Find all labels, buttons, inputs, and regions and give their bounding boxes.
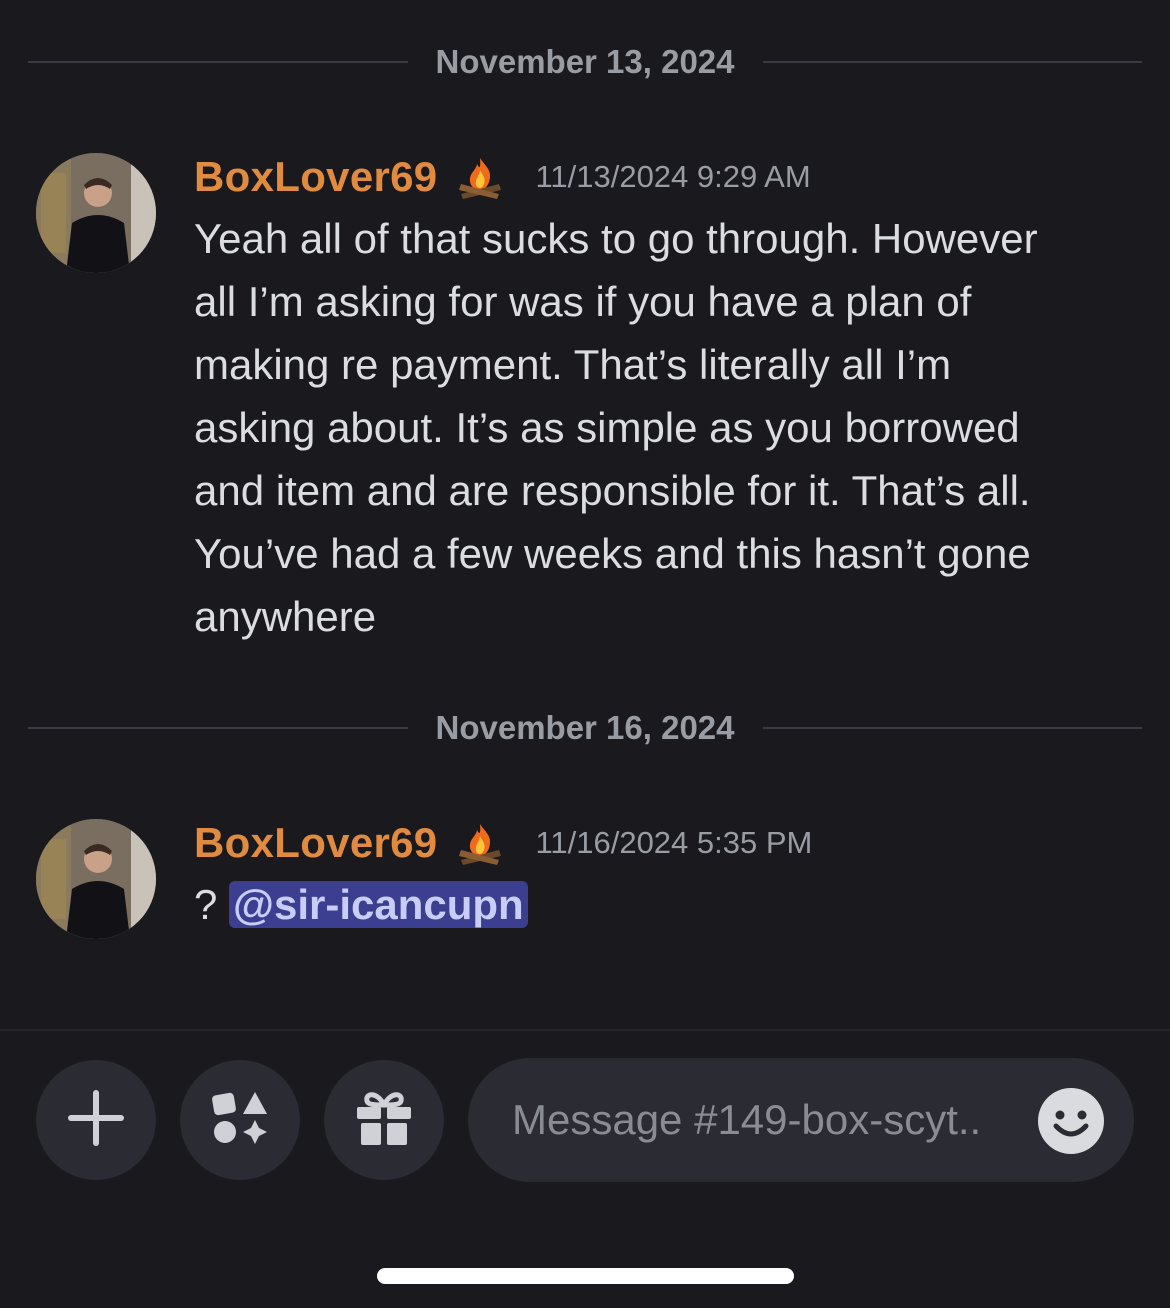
- message-line: asking about. It’s as simple as you borr…: [194, 404, 1020, 451]
- date-divider: November 16, 2024: [28, 708, 1143, 748]
- avatar[interactable]: [36, 819, 156, 939]
- composer-toolbar: Message #149-box-scyt..: [0, 1058, 1170, 1182]
- date-label: November 13, 2024: [435, 43, 735, 80]
- composer-separator: [0, 1029, 1170, 1031]
- divider-line: [28, 727, 408, 729]
- message-line: Yeah all of that sucks to go through. Ho…: [194, 215, 1038, 262]
- message-text: ? @sir-icancupn: [194, 873, 1140, 936]
- plus-icon: [65, 1087, 127, 1154]
- username[interactable]: BoxLover69: [194, 819, 437, 867]
- message-line: making re payment. That’s literally all …: [194, 341, 952, 388]
- message-body: BoxLover69 11/13/2024 9:29 AM Yeah all o…: [194, 153, 1140, 648]
- date-label: November 16, 2024: [435, 709, 735, 746]
- divider-line: [762, 727, 1143, 729]
- user-mention[interactable]: @sir-icancupn: [229, 881, 528, 928]
- campfire-icon: [455, 820, 505, 866]
- message-header: BoxLover69 11/16/2024 5:35 PM: [194, 819, 1140, 867]
- date-divider: November 13, 2024: [28, 42, 1143, 82]
- message-line: anywhere: [194, 593, 377, 640]
- timestamp: 11/16/2024 5:35 PM: [535, 825, 813, 860]
- emoji-icon[interactable]: [1038, 1088, 1104, 1154]
- message-body: BoxLover69 11/16/2024 5:35 PM ? @sir-ica…: [194, 819, 1140, 936]
- apps-button[interactable]: [180, 1060, 300, 1180]
- message-line: and item and are responsible for it. Tha…: [194, 467, 1031, 514]
- home-indicator[interactable]: [377, 1268, 794, 1284]
- message-line: all I’m asking for was if you have a pla…: [194, 278, 972, 325]
- avatar[interactable]: [36, 153, 156, 273]
- apps-icon: [209, 1088, 271, 1153]
- divider-line: [762, 61, 1143, 63]
- gift-button[interactable]: [324, 1060, 444, 1180]
- message: BoxLover69 11/13/2024 9:29 AM Yeah all o…: [36, 153, 1140, 653]
- add-attachment-button[interactable]: [36, 1060, 156, 1180]
- message-line: You’ve had a few weeks and this hasn’t g…: [194, 530, 1031, 577]
- message-input-placeholder: Message #149-box-scyt..: [512, 1096, 982, 1143]
- campfire-icon: [455, 154, 505, 200]
- message-prefix: ?: [194, 881, 230, 928]
- timestamp: 11/13/2024 9:29 AM: [535, 159, 811, 194]
- message-text: Yeah all of that sucks to go through. Ho…: [194, 207, 1140, 648]
- message: BoxLover69 11/16/2024 5:35 PM ? @sir-ica…: [36, 819, 1140, 949]
- username[interactable]: BoxLover69: [194, 153, 437, 201]
- chat-screen: November 13, 2024 BoxLover69 11/13/2024 …: [0, 0, 1170, 1308]
- divider-line: [28, 61, 408, 63]
- gift-icon: [353, 1087, 415, 1154]
- message-header: BoxLover69 11/13/2024 9:29 AM: [194, 153, 1140, 201]
- message-input[interactable]: Message #149-box-scyt..: [468, 1058, 1134, 1182]
